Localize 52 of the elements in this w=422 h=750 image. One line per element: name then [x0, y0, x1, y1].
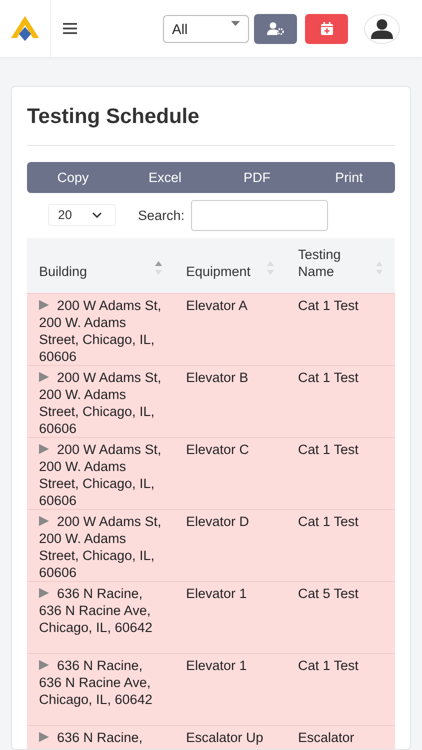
table-cell: Elevator A: [186, 298, 248, 312]
page-length-dropdown[interactable]: 20: [48, 204, 116, 226]
table-cell: 200 W Adams St, 200 W. Adams Street, Chicago, IL, 60606: [39, 298, 162, 364]
expand-triangle-icon[interactable]: [39, 516, 49, 526]
expand-triangle-icon[interactable]: [39, 300, 49, 310]
table-cell: 636 N Racine,: [39, 730, 143, 744]
add-event-button[interactable]: [305, 14, 348, 44]
logo-icon: [11, 16, 39, 42]
table-cell: 636 N Racine, 636 N Racine Ave, Chicago, IL, 60642: [39, 586, 152, 634]
search-label: Search:: [138, 208, 185, 222]
chevron-down-icon: [92, 212, 102, 218]
table-cell: Elevator C: [186, 442, 250, 456]
menu-icon[interactable]: [63, 23, 77, 34]
table-cell: 636 N Racine, 636 N Racine Ave, Chicago, IL, 60642: [39, 658, 152, 706]
table-cell: Elevator B: [186, 370, 248, 384]
expand-triangle-icon[interactable]: [39, 732, 49, 742]
expand-triangle-icon[interactable]: [39, 660, 49, 670]
column-header[interactable]: Equipment: [186, 263, 251, 280]
table-cell: Elevator 1: [186, 586, 247, 600]
user-gear-icon: [267, 22, 284, 35]
table-cell: Cat 1 Test: [298, 298, 359, 312]
table-cell: Elevator D: [186, 514, 250, 528]
user-icon: [371, 18, 393, 38]
table-cell: Cat 1 Test: [298, 514, 359, 528]
search-field[interactable]: [190, 200, 328, 230]
calendar-plus-icon: [320, 22, 332, 35]
card-title: Testing Schedule: [27, 103, 395, 146]
table-cell: Cat 5 Test: [298, 586, 359, 600]
table-cell: Cat 1 Test: [298, 442, 359, 456]
table-cell: Escalator: [298, 730, 354, 744]
export-button[interactable]: Excel: [119, 162, 211, 193]
table-cell: Cat 1 Test: [298, 370, 359, 384]
table-cell: Cat 1 Test: [298, 658, 359, 672]
expand-triangle-icon[interactable]: [39, 588, 49, 598]
table-cell: 200 W Adams St, 200 W. Adams Street, Chicago, IL, 60606: [39, 514, 162, 580]
export-button[interactable]: Copy: [27, 162, 119, 193]
filter-value: All: [172, 20, 188, 36]
table-cell: 200 W Adams St, 200 W. Adams Street, Chicago, IL, 60606: [39, 442, 162, 508]
expand-triangle-icon[interactable]: [39, 444, 49, 454]
profile-button[interactable]: [364, 14, 400, 44]
export-button[interactable]: PDF: [211, 162, 303, 193]
table-cell: Escalator Up: [186, 730, 264, 744]
user-settings-button[interactable]: [254, 14, 297, 44]
sort-icon[interactable]: [155, 260, 162, 274]
table-cell: 200 W Adams St, 200 W. Adams Street, Chicago, IL, 60606: [39, 370, 162, 436]
table-cell: Elevator 1: [186, 658, 247, 672]
expand-triangle-icon[interactable]: [39, 372, 49, 382]
column-header[interactable]: Building: [39, 263, 88, 280]
caret-icon: [231, 21, 240, 26]
export-button[interactable]: Print: [303, 162, 395, 193]
page-length-value: 20: [58, 208, 72, 222]
filter-dropdown[interactable]: All: [163, 14, 249, 42]
